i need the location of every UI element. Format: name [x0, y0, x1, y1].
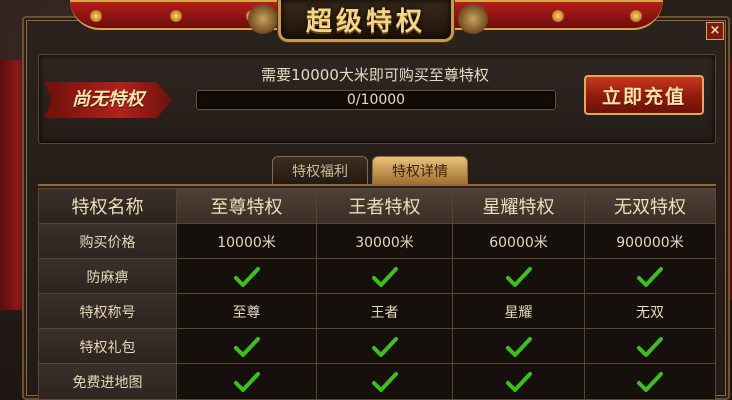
tab-privilege-details[interactable]: 特权详情	[372, 156, 468, 184]
table-cell-check	[585, 364, 715, 399]
table-cell: 10000米	[177, 224, 317, 259]
checkmark-icon	[371, 266, 398, 287]
table-row: 特权礼包	[39, 328, 715, 364]
table-row: 防麻痹	[39, 258, 715, 294]
table-cell-check	[317, 329, 453, 364]
ribbon-ornament-icon	[90, 10, 102, 22]
checkmark-icon	[505, 336, 532, 357]
checkmark-icon	[505, 371, 532, 392]
header-cell-supreme: 至尊特权	[177, 189, 317, 223]
table-row: 特权称号 至尊 王者 星耀 无双	[39, 293, 715, 329]
table-cell: 至尊	[177, 294, 317, 329]
table-cell-check	[177, 329, 317, 364]
table-cell-check	[317, 364, 453, 399]
table-header-row: 特权名称 至尊特权 王者特权 星耀特权 无双特权	[39, 189, 715, 223]
table-cell-check	[453, 364, 585, 399]
recharge-button[interactable]: 立即充值	[584, 75, 704, 115]
ribbon-ornament-icon	[170, 10, 182, 22]
checkmark-icon	[233, 266, 260, 287]
status-tag-label: 尚无特权	[72, 89, 144, 110]
table-cell: 900000米	[585, 224, 715, 259]
table-cell: 60000米	[453, 224, 585, 259]
dragon-left-icon	[248, 4, 278, 34]
privilege-table: 特权名称 至尊特权 王者特权 星耀特权 无双特权 购买价格 10000米 30000…	[38, 188, 716, 400]
table-cell-check	[177, 364, 317, 399]
table-cell: 无双	[585, 294, 715, 329]
dragon-right-icon	[458, 4, 488, 34]
row-label: 特权称号	[39, 294, 177, 329]
table-cell: 王者	[317, 294, 453, 329]
checkmark-icon	[371, 336, 398, 357]
progress-text: 0/10000	[346, 92, 406, 108]
checkmark-icon	[371, 371, 398, 392]
checkmark-icon	[233, 371, 260, 392]
title-plaque: 超级特权	[278, 0, 454, 42]
tab-divider	[38, 184, 716, 186]
table-cell-check	[317, 259, 453, 294]
checkmark-icon	[637, 371, 663, 392]
checkmark-icon	[233, 336, 260, 357]
row-label: 购买价格	[39, 224, 177, 259]
table-cell: 30000米	[317, 224, 453, 259]
checkmark-icon	[637, 336, 663, 357]
table-cell-check	[585, 259, 715, 294]
table-cell-check	[585, 329, 715, 364]
table-cell: 星耀	[453, 294, 585, 329]
requirement-text: 需要10000大米即可购买至尊特权	[261, 66, 489, 84]
header-cell-star: 星耀特权	[453, 189, 585, 223]
checkmark-icon	[505, 266, 532, 287]
close-button[interactable]: ×	[706, 22, 724, 40]
ribbon-ornament-icon	[552, 10, 564, 22]
checkmark-icon	[637, 266, 663, 287]
tab-privilege-benefits[interactable]: 特权福利	[272, 156, 368, 184]
header-cell-peerless: 无双特权	[614, 197, 686, 218]
row-label: 特权礼包	[39, 329, 177, 364]
table-cell-check	[453, 259, 585, 294]
table-cell-check	[177, 259, 317, 294]
privilege-status-tag: 尚无特权	[44, 82, 172, 118]
ribbon-ornament-icon	[630, 10, 642, 22]
row-label: 防麻痹	[39, 259, 177, 294]
progress-bar: 0/10000	[196, 90, 556, 110]
page-title: 超级特权	[305, 7, 426, 37]
header-cell-name: 特权名称	[39, 189, 177, 223]
table-row: 购买价格 10000米 30000米 60000米 900000米	[39, 223, 715, 259]
table-row: 免费进地图	[39, 363, 715, 399]
table-cell-check	[453, 329, 585, 364]
row-label: 免费进地图	[39, 364, 177, 399]
header-cell-king: 王者特权	[317, 189, 453, 223]
